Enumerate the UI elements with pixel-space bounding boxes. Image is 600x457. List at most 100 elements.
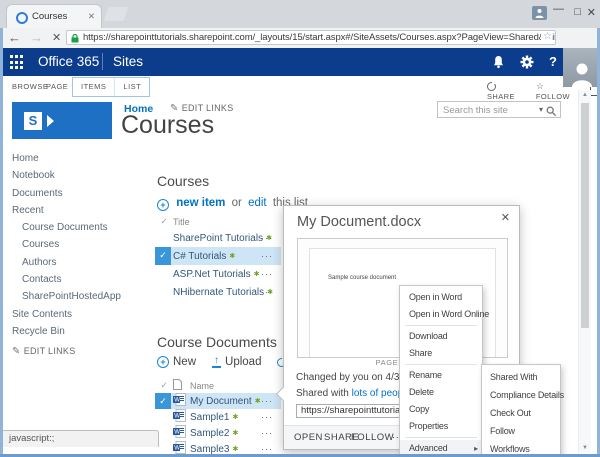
ribbon-tab-page[interactable]: PAGE bbox=[46, 82, 68, 91]
sidebar-item-authors[interactable]: Authors bbox=[12, 254, 147, 271]
menu-item-download[interactable]: Download bbox=[400, 328, 482, 345]
scrollbar-up-arrow-icon[interactable]: ▲ bbox=[579, 92, 591, 98]
new-item-plus-icon[interactable]: + bbox=[157, 199, 169, 211]
submenu-item-shared-with[interactable]: Shared With bbox=[482, 368, 560, 386]
sidebar-item-courses[interactable]: Courses bbox=[12, 236, 147, 253]
new-item-link[interactable]: new item bbox=[176, 197, 225, 209]
ribbon-tab-browse[interactable]: BROWSE bbox=[12, 82, 48, 91]
table-row-selected[interactable]: ✓ C# Tutorials ✱ ··· bbox=[155, 247, 281, 265]
column-title[interactable]: Title bbox=[173, 217, 190, 227]
menu-item-copy[interactable]: Copy bbox=[400, 401, 482, 418]
scrollbar-thumb[interactable] bbox=[581, 103, 589, 328]
window-minimize-button[interactable]: — bbox=[553, 3, 564, 15]
ribbon-tab-items[interactable]: ITEMS bbox=[73, 78, 114, 96]
page-scrollbar[interactable]: ▲ ▼ bbox=[578, 90, 591, 453]
office365-brand[interactable]: Office 365 bbox=[38, 54, 99, 69]
sidebar-item-recent[interactable]: Recent bbox=[12, 202, 147, 219]
item-title-link[interactable]: NHibernate Tutorials bbox=[173, 287, 264, 298]
item-title-link[interactable]: SharePoint Tutorials bbox=[173, 233, 263, 244]
item-title-link[interactable]: C# Tutorials bbox=[173, 251, 226, 262]
item-menu-ellipsis[interactable]: ··· bbox=[261, 428, 273, 438]
table-row[interactable]: W Sample2 ✱ ··· bbox=[155, 425, 281, 441]
browser-tab[interactable]: Courses ✕ bbox=[6, 4, 102, 28]
sidebar-item-home[interactable]: Home bbox=[12, 150, 147, 167]
row-select-checkbox[interactable] bbox=[155, 409, 171, 425]
window-close-button[interactable]: ✕ bbox=[587, 6, 596, 19]
menu-item-delete[interactable]: Delete bbox=[400, 384, 482, 401]
app-launcher-icon[interactable] bbox=[10, 55, 25, 70]
edit-list-link[interactable]: edit bbox=[248, 197, 267, 209]
search-icon[interactable] bbox=[546, 104, 557, 122]
item-menu-ellipsis[interactable]: ··· bbox=[261, 287, 273, 297]
item-title-link[interactable]: ASP.Net Tutorials bbox=[173, 269, 251, 280]
select-all-checkbox[interactable]: ✓ bbox=[155, 216, 173, 227]
table-row[interactable]: SharePoint Tutorials ✱ ··· bbox=[155, 229, 281, 247]
courses-list-heading[interactable]: Courses bbox=[157, 173, 209, 189]
menu-item-share[interactable]: Share bbox=[400, 345, 482, 362]
item-menu-ellipsis[interactable]: ··· bbox=[261, 269, 273, 279]
sharepoint-site-logo[interactable]: S bbox=[12, 102, 112, 139]
sites-link[interactable]: Sites bbox=[113, 54, 143, 69]
follow-action[interactable]: FOLLOW bbox=[351, 426, 394, 449]
open-action[interactable]: OPEN bbox=[294, 426, 323, 449]
submenu-item-check-out[interactable]: Check Out bbox=[482, 404, 560, 422]
sidebar-item-documents[interactable]: Documents bbox=[12, 185, 147, 202]
menu-item-open-in-word[interactable]: Open in Word bbox=[400, 289, 482, 306]
edit-links-sidebar[interactable]: ✎EDIT LINKS bbox=[12, 346, 76, 357]
submenu-item-follow[interactable]: Follow bbox=[482, 422, 560, 440]
item-menu-ellipsis[interactable]: ··· bbox=[261, 233, 273, 243]
stop-button[interactable]: ✕ bbox=[52, 31, 61, 44]
sidebar-item-notebook[interactable]: Notebook bbox=[12, 167, 147, 184]
row-select-checkbox[interactable]: ✓ bbox=[155, 247, 171, 265]
item-title-link[interactable]: Sample1 bbox=[190, 412, 229, 423]
sidebar-item-site-contents[interactable]: Site Contents bbox=[12, 306, 147, 323]
back-button[interactable]: ← bbox=[8, 30, 21, 45]
item-title-link[interactable]: Sample2 bbox=[190, 428, 229, 439]
new-tab-button[interactable] bbox=[104, 7, 129, 21]
select-all-checkbox[interactable]: ✓ bbox=[155, 380, 173, 391]
menu-item-open-in-word-online[interactable]: Open in Word Online bbox=[400, 306, 482, 323]
table-row[interactable]: ASP.Net Tutorials ✱ ··· bbox=[155, 265, 281, 283]
help-icon[interactable]: ? bbox=[549, 54, 557, 69]
tab-close-icon[interactable]: ✕ bbox=[88, 11, 95, 22]
sidebar-item-sharepointhostedapp[interactable]: SharePointHostedApp bbox=[12, 288, 147, 305]
window-maximize-button[interactable]: □ bbox=[574, 6, 581, 18]
callout-close-icon[interactable]: ✕ bbox=[501, 211, 510, 224]
sidebar-item-course-documents[interactable]: Course Documents bbox=[12, 219, 147, 236]
browser-profile-icon[interactable] bbox=[532, 6, 547, 20]
bookmark-star-icon[interactable]: ☆ bbox=[541, 31, 552, 42]
table-row[interactable]: NHibernate Tutorials ✱ ··· bbox=[155, 283, 281, 301]
item-menu-ellipsis[interactable]: ··· bbox=[261, 444, 273, 454]
notifications-bell-icon[interactable] bbox=[492, 55, 505, 74]
documents-list-heading[interactable]: Course Documents bbox=[157, 334, 277, 350]
search-scope-caret-icon[interactable]: ▾ bbox=[539, 105, 543, 114]
settings-gear-icon[interactable] bbox=[520, 55, 534, 74]
scrollbar-down-arrow-icon[interactable]: ▼ bbox=[579, 445, 591, 451]
menu-item-rename[interactable]: Rename bbox=[400, 367, 482, 384]
item-title-link[interactable]: Sample3 bbox=[190, 444, 229, 455]
share-button[interactable]: SHARE bbox=[487, 82, 525, 101]
item-menu-ellipsis[interactable]: ··· bbox=[261, 396, 273, 406]
site-search-input[interactable]: Search this site ▾ bbox=[437, 101, 561, 118]
new-document-button[interactable]: +New bbox=[157, 356, 196, 368]
menu-item-properties[interactable]: Properties bbox=[400, 418, 482, 435]
item-menu-ellipsis[interactable]: ··· bbox=[261, 412, 273, 422]
row-select-checkbox[interactable] bbox=[155, 229, 171, 247]
forward-button[interactable]: → bbox=[30, 30, 43, 45]
item-title-link[interactable]: My Document bbox=[190, 396, 252, 407]
table-row[interactable]: W Sample1 ✱ ··· bbox=[155, 409, 281, 425]
submenu-item-compliance-details[interactable]: Compliance Details bbox=[482, 386, 560, 404]
row-select-checkbox[interactable] bbox=[155, 265, 171, 283]
table-row-selected[interactable]: ✓ W My Document ✱ ··· bbox=[155, 393, 281, 409]
ribbon-tab-list[interactable]: LIST bbox=[114, 78, 149, 96]
upload-button[interactable]: ↑Upload bbox=[212, 356, 261, 368]
row-select-checkbox[interactable]: ✓ bbox=[155, 393, 171, 409]
sidebar-item-recycle-bin[interactable]: Recycle Bin bbox=[12, 323, 147, 340]
address-bar[interactable]: https://sharepointtutorials.sharepoint.c… bbox=[66, 30, 556, 45]
sharepoint-logo-chevron-icon bbox=[47, 115, 54, 127]
row-select-checkbox[interactable] bbox=[155, 283, 171, 301]
item-menu-ellipsis[interactable]: ··· bbox=[261, 251, 273, 261]
sidebar-item-contacts[interactable]: Contacts bbox=[12, 271, 147, 288]
column-name[interactable]: Name bbox=[190, 381, 214, 391]
user-avatar[interactable] bbox=[563, 48, 600, 87]
